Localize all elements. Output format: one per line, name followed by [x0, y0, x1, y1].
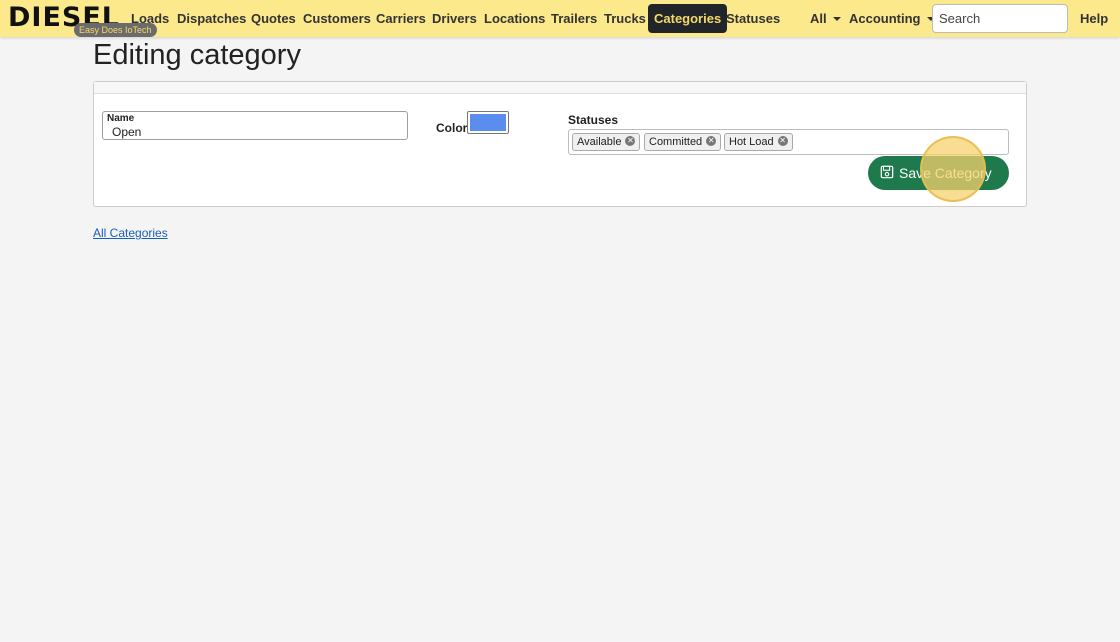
nav-item-trailers[interactable]: Trailers: [551, 4, 597, 33]
save-button-label: Save Category: [899, 165, 992, 181]
nav-item-carriers[interactable]: Carriers: [376, 4, 426, 33]
top-navbar: DIESEL Easy Does IoTech Loads Dispatches…: [0, 0, 1120, 37]
status-tag-committed: Committed ✕: [644, 133, 722, 151]
remove-tag-icon[interactable]: ✕: [625, 136, 636, 147]
nav-dropdown-all-label: All: [810, 11, 827, 26]
nav-dropdown-accounting-label: Accounting: [849, 11, 921, 26]
card-header: [94, 82, 1026, 94]
diesel-logo[interactable]: DIESEL Easy Does IoTech: [8, 3, 157, 37]
name-label: Name: [107, 113, 135, 124]
save-category-button[interactable]: Save Category: [868, 156, 1009, 190]
search-input[interactable]: [932, 4, 1068, 33]
remove-tag-icon[interactable]: ✕: [777, 136, 788, 147]
nav-item-statuses[interactable]: Statuses: [726, 4, 780, 33]
name-value[interactable]: Open: [112, 125, 141, 139]
status-tag-label: Committed: [649, 136, 703, 148]
nav-item-trucks[interactable]: Trucks: [604, 4, 646, 33]
color-swatch-fill: [470, 114, 506, 131]
statuses-label: Statuses: [568, 113, 619, 127]
nav-item-help[interactable]: Help: [1080, 4, 1108, 33]
nav-item-drivers[interactable]: Drivers: [432, 4, 477, 33]
nav-dropdown-all[interactable]: All: [810, 4, 841, 33]
floppy-disk-icon: [880, 165, 894, 179]
remove-tag-icon[interactable]: ✕: [706, 136, 717, 147]
statuses-multiselect[interactable]: Available ✕ Committed ✕ Hot Load ✕: [568, 129, 1009, 155]
all-categories-link[interactable]: All Categories: [93, 226, 168, 240]
status-tag-hot-load: Hot Load ✕: [724, 133, 793, 151]
color-label: Color: [436, 121, 468, 135]
color-picker[interactable]: [467, 111, 509, 134]
status-tag-label: Hot Load: [729, 136, 774, 148]
nav-item-customers[interactable]: Customers: [303, 4, 371, 33]
nav-item-loads[interactable]: Loads: [131, 4, 169, 33]
category-form-card: Name Open Color Statuses Available ✕ Comm…: [93, 81, 1027, 207]
chevron-down-icon: [832, 16, 841, 21]
status-tag-available: Available ✕: [572, 133, 641, 151]
page-title: Editing category: [93, 39, 301, 71]
name-field[interactable]: Name Open: [102, 111, 408, 140]
nav-item-quotes[interactable]: Quotes: [251, 4, 296, 33]
nav-dropdown-accounting[interactable]: Accounting: [849, 4, 935, 33]
nav-item-dispatches[interactable]: Dispatches: [177, 4, 246, 33]
status-tag-label: Available: [577, 136, 622, 148]
nav-item-locations[interactable]: Locations: [484, 4, 545, 33]
nav-item-categories[interactable]: Categories: [648, 4, 728, 33]
